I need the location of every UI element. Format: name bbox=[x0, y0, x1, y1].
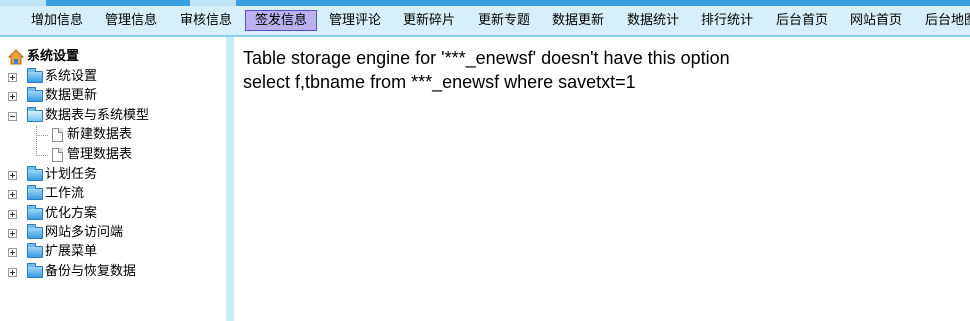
tree-item-label: 管理数据表 bbox=[67, 147, 133, 162]
menu-ranking-stats[interactable]: 排行统计 bbox=[694, 10, 760, 31]
expand-icon[interactable] bbox=[8, 92, 17, 101]
menu-review-info[interactable]: 审核信息 bbox=[173, 10, 239, 31]
menu-publish-info[interactable]: 签发信息 bbox=[245, 10, 317, 31]
error-message: Table storage engine for '***_enewsf' do… bbox=[243, 48, 730, 68]
folder-icon bbox=[27, 243, 43, 258]
collapse-icon[interactable] bbox=[8, 112, 17, 121]
expand-icon[interactable] bbox=[8, 268, 17, 277]
tree-item-label: 系统设置 bbox=[45, 69, 98, 84]
tree-item-label: 计划任务 bbox=[45, 167, 98, 182]
sidebar-tree: 系统设置 系统设置 数据更新 数据表与系统模型 新建数据表 管理数据表 计划任务… bbox=[0, 37, 226, 321]
home-icon bbox=[8, 49, 24, 65]
tree-connector bbox=[36, 135, 48, 136]
tree-item-label: 备份与恢复数据 bbox=[45, 264, 137, 279]
folder-icon bbox=[27, 68, 43, 83]
folder-open-icon bbox=[27, 107, 43, 122]
folder-icon bbox=[27, 87, 43, 102]
tree-item-label: 数据更新 bbox=[45, 88, 98, 103]
menu-manage-comments[interactable]: 管理评论 bbox=[322, 10, 388, 31]
tree-item-label: 网站多访问端 bbox=[45, 225, 124, 240]
folder-icon bbox=[27, 166, 43, 181]
top-menu-bar: 增加信息 管理信息 审核信息 签发信息 管理评论 更新碎片 更新专题 数据更新 … bbox=[0, 6, 970, 37]
tree-root-label: 系统设置 bbox=[27, 49, 80, 64]
expand-icon[interactable] bbox=[8, 190, 17, 199]
folder-icon bbox=[27, 224, 43, 239]
page-icon bbox=[52, 128, 63, 142]
menu-update-fragments[interactable]: 更新碎片 bbox=[396, 10, 462, 31]
menu-site-home[interactable]: 网站首页 bbox=[843, 10, 909, 31]
tree-item-label: 扩展菜单 bbox=[45, 244, 98, 259]
tree-connector bbox=[36, 126, 37, 156]
expand-icon[interactable] bbox=[8, 171, 17, 180]
tree-item-label: 数据表与系统模型 bbox=[45, 108, 150, 123]
tree-root[interactable]: 系统设置 bbox=[8, 48, 79, 66]
folder-icon bbox=[27, 205, 43, 220]
expand-icon[interactable] bbox=[8, 73, 17, 82]
tree-item-label: 优化方案 bbox=[45, 206, 98, 221]
main-content: Table storage engine for '***_enewsf' do… bbox=[234, 37, 970, 321]
sql-query: select f,tbname from ***_enewsf where sa… bbox=[243, 72, 636, 92]
folder-icon bbox=[27, 185, 43, 200]
page-icon bbox=[52, 148, 63, 162]
expand-icon[interactable] bbox=[8, 229, 17, 238]
pane-splitter[interactable] bbox=[226, 37, 234, 321]
expand-icon[interactable] bbox=[8, 210, 17, 219]
menu-data-update[interactable]: 数据更新 bbox=[545, 10, 611, 31]
menu-update-topics[interactable]: 更新专题 bbox=[471, 10, 537, 31]
menu-add-info[interactable]: 增加信息 bbox=[24, 10, 90, 31]
menu-manage-info[interactable]: 管理信息 bbox=[98, 10, 164, 31]
folder-icon bbox=[27, 263, 43, 278]
menu-admin-home[interactable]: 后台首页 bbox=[769, 10, 835, 31]
menu-admin-map[interactable]: 后台地图 bbox=[918, 10, 970, 31]
tree-item-label: 新建数据表 bbox=[67, 127, 133, 142]
tree-connector bbox=[36, 155, 48, 156]
expand-icon[interactable] bbox=[8, 248, 17, 257]
menu-data-stats[interactable]: 数据统计 bbox=[620, 10, 686, 31]
tree-item-label: 工作流 bbox=[45, 186, 85, 201]
